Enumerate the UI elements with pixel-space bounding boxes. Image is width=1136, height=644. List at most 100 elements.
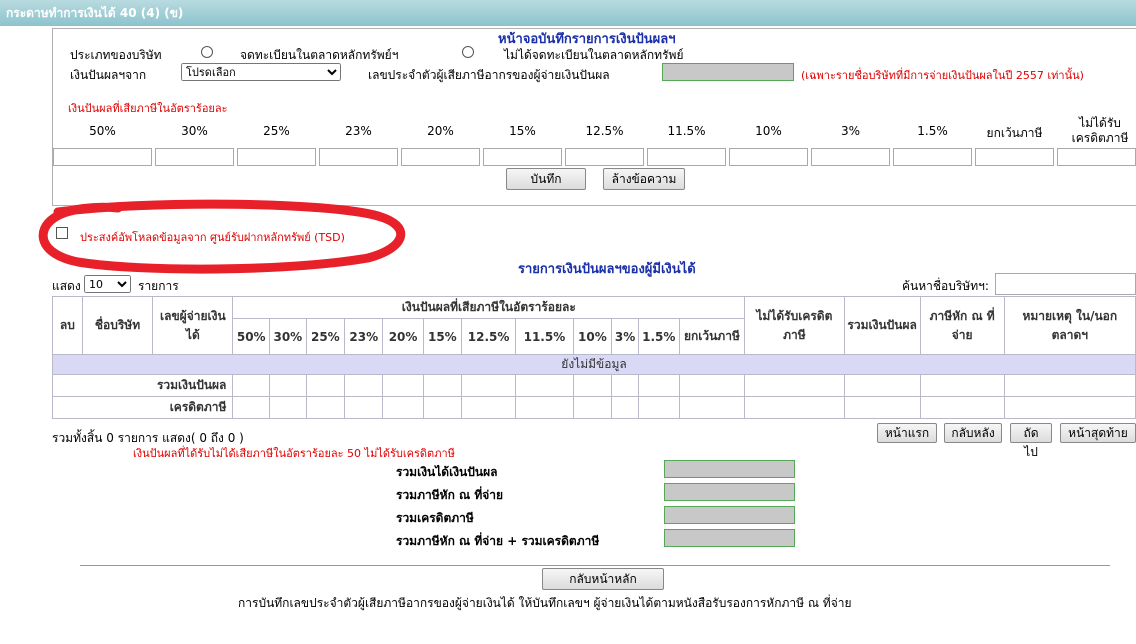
col-rate: 20% — [382, 318, 424, 355]
empty-cell — [344, 396, 384, 419]
col-delete: ลบ — [52, 296, 83, 355]
empty-cell — [744, 396, 845, 419]
col-no-credit: ไม่ได้รับเครดิตภาษี — [744, 296, 845, 355]
tsd-checkbox-label: ประสงค์อัพโหลดข้อมูลจาก ศูนย์รับฝากหลักท… — [80, 231, 345, 244]
col-rate: 3% — [611, 318, 639, 355]
empty-cell — [422, 396, 463, 419]
total-withheld-label: รวมภาษีหัก ณ ที่จ่าย — [396, 488, 504, 502]
radio-listed[interactable] — [201, 46, 213, 58]
col-taxed-group: เงินปันผลที่เสียภาษีในอัตราร้อยละ — [232, 296, 746, 319]
tsd-checkbox[interactable] — [56, 227, 68, 239]
empty-cell — [461, 396, 517, 419]
empty-cell — [305, 396, 346, 419]
dividend-from-select[interactable]: โปรดเลือก — [181, 63, 341, 81]
items-label: รายการ — [138, 279, 179, 293]
total-income-label: รวมเงินได้เงินปันผล — [396, 465, 498, 479]
empty-cell — [919, 396, 1005, 419]
table-note: เงินปันผลที่ได้รับไม่ได้เสียภาษีในอัตราร… — [133, 447, 455, 460]
empty-cell — [572, 396, 613, 419]
rate-label: 20% — [427, 124, 454, 138]
col-rate: 15% — [422, 318, 463, 355]
rate-input[interactable] — [1057, 148, 1136, 166]
total-credit-value — [664, 506, 795, 524]
rate-input[interactable] — [401, 148, 480, 166]
radio-unlisted[interactable] — [462, 46, 474, 58]
empty-cell — [919, 374, 1005, 397]
search-input[interactable] — [995, 273, 1136, 295]
empty-cell — [744, 374, 845, 397]
empty-cell — [843, 374, 921, 397]
list-heading: รายการเงินปันผลฯของผู้มีเงินได้ — [518, 262, 696, 277]
rate-input[interactable] — [155, 148, 234, 166]
total-income-value — [664, 460, 795, 478]
last-page-button[interactable]: หน้าสุดท้าย — [1060, 423, 1136, 443]
rate-input[interactable] — [811, 148, 890, 166]
col-rate: 50% — [232, 318, 271, 355]
empty-cell — [422, 374, 463, 397]
window-title: กระดาษทำการเงินได้ 40 (4) (ข) — [0, 0, 1136, 26]
rate-input[interactable] — [893, 148, 972, 166]
rate-label: 10% — [755, 124, 782, 138]
col-rate: 1.5% — [637, 318, 680, 355]
col-withheld: ภาษีหัก ณ ที่จ่าย — [919, 296, 1005, 355]
no-data-cell: ยังไม่มีข้อมูล — [52, 354, 1136, 375]
rate-input[interactable] — [483, 148, 562, 166]
rate-label: 50% — [89, 124, 116, 138]
empty-cell — [1003, 374, 1136, 397]
clear-button[interactable]: ล้างข้อความ — [603, 168, 685, 190]
empty-cell — [611, 374, 639, 397]
total-withheld-plus-credit-label: รวมภาษีหัก ณ ที่จ่าย + รวมเครดิตภาษี — [396, 534, 600, 548]
rate-input[interactable] — [975, 148, 1054, 166]
rate-input[interactable] — [729, 148, 808, 166]
col-company-name: ชื่อบริษัท — [81, 296, 154, 355]
payer-tax-id-label: เลขประจำตัวผู้เสียภาษีอากรของผู้จ่ายเงิน… — [368, 68, 610, 82]
rate-heading: เงินปันผลที่เสียภาษีในอัตราร้อยละ — [68, 102, 228, 115]
first-page-button[interactable]: หน้าแรก — [877, 423, 937, 443]
empty-cell — [572, 374, 613, 397]
empty-cell — [843, 396, 921, 419]
empty-cell — [611, 396, 639, 419]
col-rate: 23% — [344, 318, 384, 355]
rate-input[interactable] — [565, 148, 644, 166]
rate-input[interactable] — [319, 148, 398, 166]
back-to-main-button[interactable]: กลับหน้าหลัก — [542, 568, 664, 590]
rate-label: 15% — [509, 124, 536, 138]
rate-label: 12.5% — [585, 124, 624, 138]
page-size-select[interactable]: 10 — [84, 275, 131, 293]
payer-tax-id-input[interactable] — [662, 63, 794, 81]
empty-cell — [269, 374, 307, 397]
empty-cell — [515, 374, 574, 397]
total-credit-label: รวมเครดิตภาษี — [396, 511, 474, 525]
empty-cell — [232, 396, 271, 419]
payer-note: (เฉพาะรายชื่อบริษัทที่มีการจ่ายเงินปันผล… — [801, 69, 1084, 82]
col-rate: 25% — [305, 318, 346, 355]
rate-input[interactable] — [237, 148, 316, 166]
empty-cell — [344, 374, 384, 397]
search-label: ค้นหาชื่อบริษัทฯ: — [902, 279, 989, 293]
dividend-from-label: เงินปันผลฯจาก — [70, 68, 147, 82]
next-page-button[interactable]: ถัดไป — [1010, 423, 1052, 459]
radio-unlisted-label: ไม่ได้จดทะเบียนในตลาดหลักทรัพย์ — [504, 48, 684, 62]
rate-label: 30% — [181, 124, 208, 138]
col-total-dividend: รวมเงินปันผล — [843, 296, 921, 355]
col-rate: 10% — [572, 318, 613, 355]
rate-label: 25% — [263, 124, 290, 138]
empty-cell — [678, 374, 746, 397]
save-button[interactable]: บันทึก — [506, 168, 586, 190]
empty-cell — [637, 396, 680, 419]
empty-cell — [637, 374, 680, 397]
sum-dividend-label: รวมเงินปันผล — [51, 374, 234, 397]
empty-cell — [678, 396, 746, 419]
rate-input[interactable] — [53, 148, 152, 166]
rate-label: ยกเว้นภาษี — [986, 126, 1043, 140]
col-rate: 30% — [269, 318, 307, 355]
empty-cell — [232, 374, 271, 397]
rate-input[interactable] — [647, 148, 726, 166]
empty-cell — [305, 374, 346, 397]
col-rate: 12.5% — [461, 318, 517, 355]
empty-cell — [515, 396, 574, 419]
divider — [80, 565, 1110, 566]
prev-page-button[interactable]: กลับหลัง — [944, 423, 1002, 443]
col-rate: ยกเว้นภาษี — [678, 318, 746, 355]
col-remark: หมายเหตุ ใน/นอกตลาดฯ — [1003, 296, 1136, 355]
